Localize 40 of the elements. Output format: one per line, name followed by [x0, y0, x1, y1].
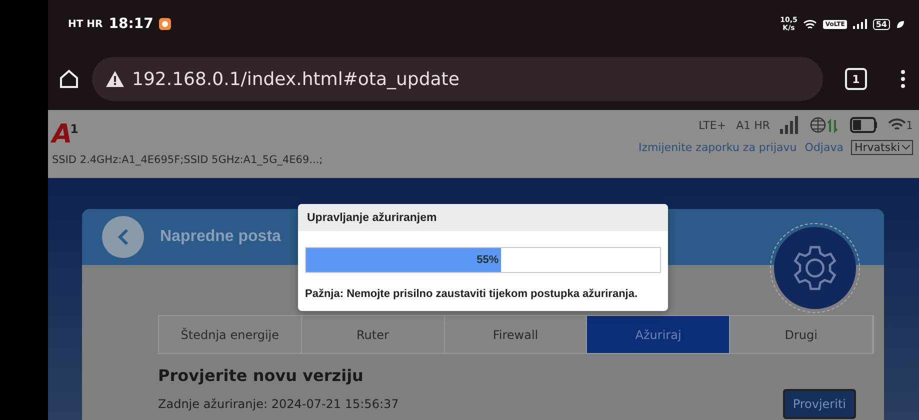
battery-level: 54	[872, 18, 890, 30]
clock-time: 18:17	[108, 16, 154, 32]
header-link[interactable]: Izmijenite zaporku za prijavu	[638, 141, 797, 154]
home-icon[interactable]	[58, 68, 80, 90]
wifi-icon	[888, 118, 906, 132]
globe-icon	[810, 117, 840, 133]
address-bar[interactable]: 192.168.0.1/index.html#ota_update	[92, 57, 823, 101]
settings-tab[interactable]: Ažuriraj	[587, 316, 730, 353]
carrier-text: HT HR	[68, 18, 103, 30]
app-icon	[159, 18, 172, 30]
menu-icon[interactable]	[901, 70, 905, 88]
settings-tab[interactable]: Štednja energije	[159, 316, 302, 353]
url-text: 192.168.0.1/index.html#ota_update	[132, 68, 460, 90]
wifi-icon	[803, 18, 818, 30]
signal-icon	[852, 19, 867, 29]
warning-icon	[106, 71, 124, 87]
section-title: Provjerite novu verziju	[158, 366, 364, 385]
logo: A$^{1}$	[52, 118, 78, 148]
battery-icon	[850, 117, 878, 133]
settings-tab[interactable]: Drugi	[730, 316, 873, 353]
signal-icon	[780, 116, 800, 134]
operator-name: A1 HR	[736, 118, 770, 132]
header-link[interactable]: Odjava	[804, 141, 844, 154]
caret-icon	[902, 145, 910, 150]
wifi-status: 1	[888, 118, 913, 132]
ssid-text: SSID 2.4GHz:A1_4E695F;SSID 5GHz:A1_5G_4E69...;	[52, 154, 323, 166]
language-select[interactable]: Hrvatski	[851, 140, 913, 155]
last-update-text: Zadnje ažuriranje: 2024-07-21 15:56:37	[158, 397, 399, 411]
settings-tab[interactable]: Firewall	[444, 316, 588, 353]
card-title: Napredne posta	[160, 228, 281, 246]
tab-count[interactable]: 1	[845, 68, 867, 90]
dialog-title: Upravljanje ažuriranjem	[298, 204, 668, 231]
settings-tab[interactable]: Ruter	[302, 316, 445, 353]
warning-text: Pažnja: Nemojte prisilno zaustaviti tijekom postupka ažuriranja.	[305, 287, 639, 301]
back-button[interactable]	[102, 216, 144, 258]
progress-percent: 55%	[476, 254, 500, 266]
network-type: LTE+	[698, 118, 726, 132]
back-icon	[117, 228, 129, 246]
leaf-icon	[896, 20, 905, 28]
check-button[interactable]: Provjeriti	[782, 389, 856, 419]
